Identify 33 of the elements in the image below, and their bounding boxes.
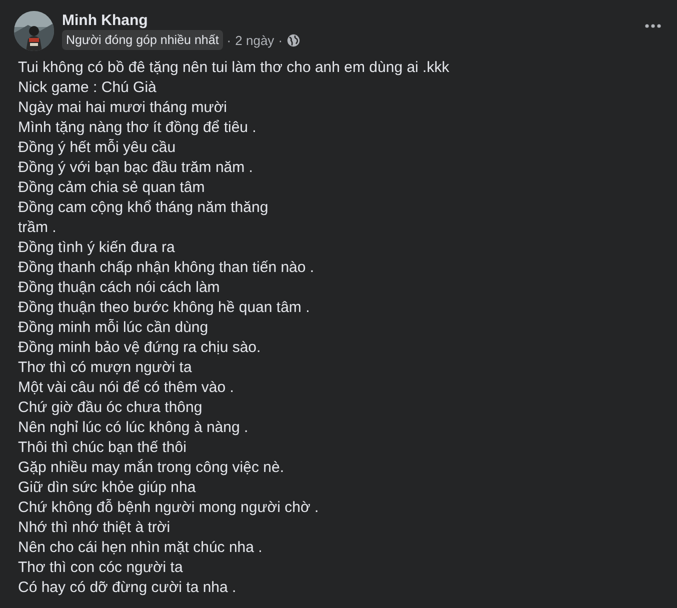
separator: · (278, 32, 283, 48)
post-text-line: Nick game : Chú Già (18, 78, 158, 98)
separator: · (226, 32, 232, 48)
post-text-line: Thôi thì chúc bạn thế thôi (18, 438, 188, 458)
globe-icon (286, 34, 300, 46)
post-text-line: Đồng thanh chấp nhận không than tiến nào . (18, 258, 316, 278)
post-text-line: Nên cho cái hẹn nhìn mặt chúc nha . (18, 538, 264, 558)
post-text-line: Đồng thuận theo bước không hề quan tâm . (18, 298, 311, 318)
post-text-line: trầm . (18, 218, 58, 238)
post-text-line: Gặp nhiều may mắn trong công việc nè. (18, 458, 285, 478)
post-text-line: Một vài câu nói để có thêm vào . (18, 378, 235, 398)
post-text-line: Nhớ thì nhớ thiệt à trời (18, 518, 172, 538)
post-text-line: Đồng ý với bạn bạc đầu trăm năm . (18, 158, 254, 178)
post-text-line: Đồng thuận cách nói cách làm (18, 278, 221, 298)
post-text-line: Đồng cam cộng khổ tháng năm thăng (18, 198, 270, 218)
post-text-line: Đồng cảm chia sẻ quan tâm (18, 178, 206, 198)
post-text-line: Đồng tình ý kiến đưa ra (18, 238, 176, 258)
post-text-line: Đồng minh mỗi lúc cần dùng (18, 318, 210, 338)
post-text-line: Đồng minh bảo vệ đứng ra chịu sào. (18, 338, 262, 358)
post-text-line: Tui không có bồ đê tặng nên tui làm thơ cho anh em dùng ai .kkk (18, 58, 450, 78)
post-text-line: Chứ giờ đầu óc chưa thông (18, 398, 204, 418)
post-text-line: Chứ không đỗ bệnh người mong người chờ . (18, 498, 320, 518)
post-text-line: Ngày mai hai mươi tháng mười (18, 98, 228, 118)
post-text-line: Mình tặng nàng thơ ít đồng để tiêu . (18, 118, 258, 138)
post-text-line: Thơ thì con cóc người ta (18, 558, 184, 578)
contributor-badge: Người đóng góp nhiều nhất (62, 30, 223, 50)
post-text-line: Nên nghỉ lúc có lúc không à nàng . (18, 418, 250, 438)
post-text-line: Thơ thì có mượn người ta (18, 358, 193, 378)
author-name[interactable]: Minh Khang (62, 11, 300, 30)
post-text-line: Đồng ý hết mỗi yêu cầu (18, 138, 177, 158)
post-time[interactable]: 2 ngày (235, 32, 274, 48)
post-text-line: Giữ dìn sức khỏe giúp nha (18, 478, 197, 498)
post-text-line: Có hay có dỡ đừng cười ta nha . (18, 578, 238, 598)
